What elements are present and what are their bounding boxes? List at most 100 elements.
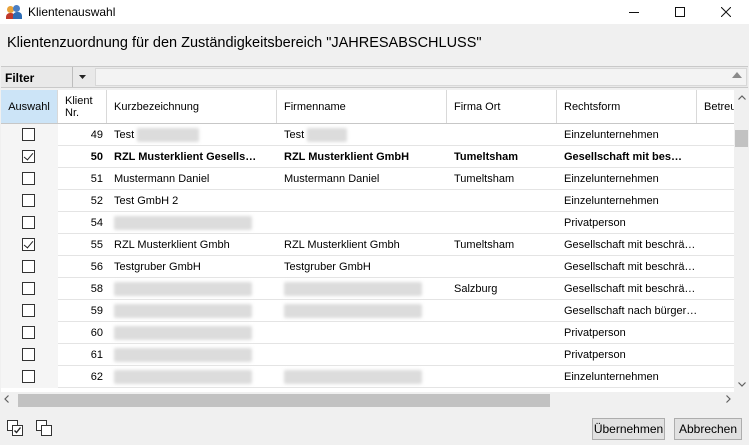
filter-dropdown-button[interactable]	[72, 67, 92, 87]
minimize-button[interactable]	[611, 0, 657, 24]
column-header-klient-nr[interactable]: Klient Nr.	[58, 90, 107, 123]
cell-rechtsform: Gesellschaft mit beschrä…	[557, 234, 697, 256]
cell-auswahl	[1, 212, 58, 234]
cell-kurzbezeichnung-text: Testgruber GmbH	[114, 261, 201, 273]
redacted-text	[114, 282, 252, 297]
table-row[interactable]: 62 Einzelunternehmen	[1, 366, 734, 388]
cell-firma-ort: Salzburg	[447, 278, 557, 300]
row-checkbox[interactable]	[22, 128, 35, 141]
table-row[interactable]: 54 Privatperson	[1, 212, 734, 234]
redacted-text	[114, 304, 252, 319]
table-row[interactable]: 49 Test Test Einzelunternehmen	[1, 124, 734, 146]
table-row[interactable]: 60 Privatperson	[1, 322, 734, 344]
row-checkbox[interactable]	[22, 194, 35, 207]
cell-klient-nr: 54	[58, 212, 107, 234]
close-button[interactable]	[703, 0, 749, 24]
row-checkbox[interactable]	[22, 326, 35, 339]
cell-firmenname: Mustermann Daniel	[277, 168, 447, 190]
cell-klient-nr: 62	[58, 366, 107, 388]
cell-firmenname	[277, 366, 447, 388]
row-checkbox[interactable]	[22, 260, 35, 273]
cell-firmenname	[277, 278, 447, 300]
horizontal-scroll-thumb[interactable]	[18, 394, 550, 407]
redacted-text	[284, 282, 422, 297]
row-checkbox[interactable]	[22, 348, 35, 361]
cell-auswahl	[1, 322, 58, 344]
cell-firmenname-text: RZL Musterklient Gmbh	[284, 239, 400, 251]
cell-firmenname	[277, 190, 447, 212]
table-row[interactable]: 58 Salzburg Gesellschaft mit beschrä…	[1, 278, 734, 300]
dialog-heading: Klientenzuordnung für den Zuständigkeits…	[7, 35, 482, 51]
row-checkbox[interactable]	[22, 150, 35, 163]
row-checkbox[interactable]	[22, 282, 35, 295]
redacted-text	[114, 326, 252, 341]
uebernehmen-button[interactable]: Übernehmen	[592, 418, 665, 440]
column-header-kurzbezeichnung[interactable]: Kurzbezeichnung	[107, 90, 277, 123]
column-header-rechtsform[interactable]: Rechtsform	[557, 90, 697, 123]
filter-input[interactable]	[95, 68, 747, 86]
cell-rechtsform-text: Einzelunternehmen	[564, 129, 659, 141]
cell-auswahl	[1, 124, 58, 146]
row-checkbox[interactable]	[22, 172, 35, 185]
abbrechen-button[interactable]: Abbrechen	[674, 418, 742, 440]
cell-firma-ort	[447, 344, 557, 366]
table-row[interactable]: 61 Privatperson	[1, 344, 734, 366]
cell-firmenname: Test	[277, 124, 447, 146]
triangle-up-icon	[732, 72, 742, 78]
row-checkbox[interactable]	[22, 238, 35, 251]
cell-rechtsform: Gesellschaft mit beschrä…	[557, 256, 697, 278]
table-row[interactable]: 51 Mustermann Daniel Mustermann Daniel Tume…	[1, 168, 734, 190]
horizontal-scrollbar[interactable]	[1, 392, 734, 409]
cell-firmenname: RZL Musterklient Gmbh	[277, 234, 447, 256]
redacted-text	[114, 216, 252, 231]
cell-firma-ort-text: Tumeltsham	[454, 151, 518, 163]
cell-klient-nr: 52	[58, 190, 107, 212]
select-all-button[interactable]	[7, 420, 25, 438]
grid-header: Auswahl Klient Nr. Kurzbezeichnung Firme…	[1, 90, 734, 124]
cell-auswahl	[1, 146, 58, 168]
cell-firma-ort-text: Tumeltsham	[454, 173, 515, 185]
table-row[interactable]: 55 RZL Musterklient Gmbh RZL Musterklient …	[1, 234, 734, 256]
row-checkbox[interactable]	[22, 370, 35, 383]
scroll-up-icon[interactable]	[734, 93, 749, 102]
column-header-firma-ort[interactable]: Firma Ort	[447, 90, 557, 123]
vertical-scrollbar[interactable]	[734, 90, 749, 392]
maximize-button[interactable]	[657, 0, 703, 24]
cell-rechtsform-text: Privatperson	[564, 349, 626, 361]
row-checkbox[interactable]	[22, 216, 35, 229]
cell-rechtsform: Privatperson	[557, 212, 697, 234]
cell-rechtsform-text: Einzelunternehmen	[564, 195, 659, 207]
cell-kurzbezeichnung-text: RZL Musterklient Gesells…	[114, 151, 257, 163]
scroll-right-icon[interactable]	[726, 395, 731, 405]
cell-kurzbezeichnung	[107, 366, 277, 388]
vertical-scroll-thumb[interactable]	[735, 130, 748, 147]
cell-kurzbezeichnung-text: Mustermann Daniel	[114, 173, 210, 185]
table-row[interactable]: 56 Testgruber GmbH Testgruber GmbH Gesellsc…	[1, 256, 734, 278]
column-header-auswahl[interactable]: Auswahl	[1, 90, 58, 123]
window-title: Klientenauswahl	[28, 5, 116, 19]
table-row[interactable]: 52 Test GmbH 2 Einzelunternehmen	[1, 190, 734, 212]
cell-kurzbezeichnung-text: Test GmbH 2	[114, 195, 179, 207]
cell-klient-nr: 55	[58, 234, 107, 256]
cell-rechtsform: Privatperson	[557, 344, 697, 366]
cell-firmenname: RZL Musterklient GmbH	[277, 146, 447, 168]
cell-rechtsform-text: Gesellschaft mit bes…	[564, 151, 682, 163]
cell-klient-nr: 61	[58, 344, 107, 366]
deselect-all-button[interactable]	[36, 420, 54, 438]
cell-rechtsform: Einzelunternehmen	[557, 124, 697, 146]
filter-collapse-button[interactable]	[732, 70, 742, 80]
scroll-down-icon[interactable]	[734, 380, 749, 389]
redacted-text	[114, 370, 252, 385]
table-row[interactable]: 59 Gesellschaft nach bürger…	[1, 300, 734, 322]
cell-klient-nr-text: 61	[90, 349, 103, 361]
column-header-betreuer[interactable]: Betreu	[697, 90, 734, 123]
row-checkbox[interactable]	[22, 304, 35, 317]
title-bar: Klientenauswahl	[0, 0, 749, 24]
cell-auswahl	[1, 344, 58, 366]
redacted-text	[284, 370, 422, 385]
table-row[interactable]: 50 RZL Musterklient Gesells… RZL Musterkli…	[1, 146, 734, 168]
cell-firma-ort	[447, 322, 557, 344]
cell-klient-nr: 59	[58, 300, 107, 322]
column-header-firmenname[interactable]: Firmenname	[277, 90, 447, 123]
scroll-left-icon[interactable]	[4, 395, 9, 405]
